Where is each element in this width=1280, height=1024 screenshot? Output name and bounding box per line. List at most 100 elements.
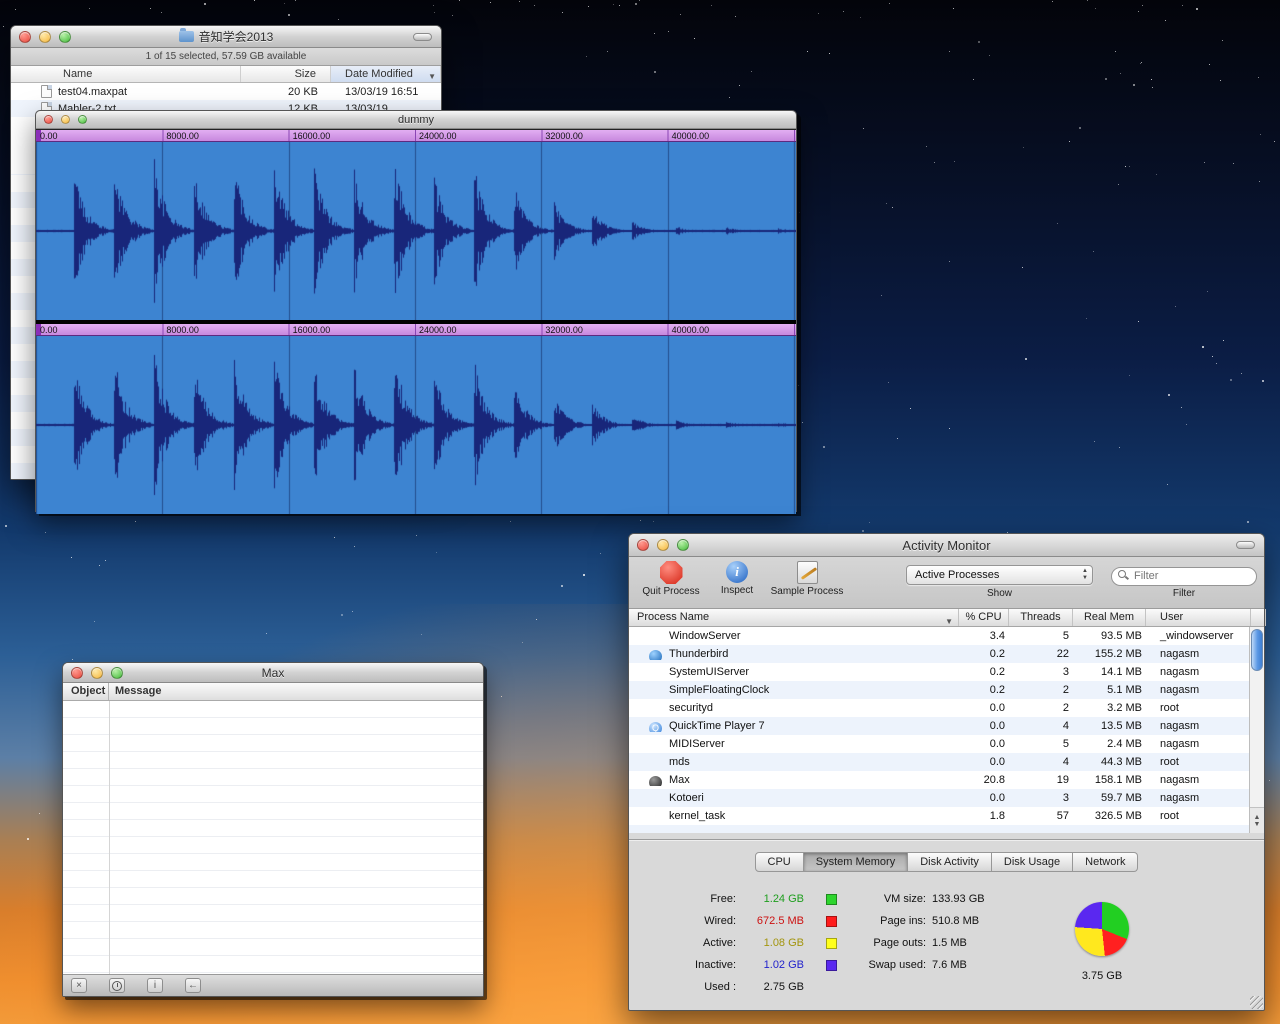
close-button[interactable] [44, 115, 53, 124]
column-header-threads[interactable]: Threads [1009, 609, 1073, 626]
zoom-button[interactable] [677, 539, 689, 551]
zoom-button[interactable] [78, 115, 87, 124]
scheduler-button[interactable] [109, 978, 125, 993]
vm-stat-value: 133.93 GB [932, 893, 985, 905]
process-mem: 158.1 MB [1073, 774, 1146, 786]
process-row[interactable]: securityd 0.0 2 3.2 MB root [629, 699, 1249, 717]
process-user: root [1146, 702, 1251, 714]
stop-octagon-icon [660, 561, 683, 584]
sample-process-button[interactable]: Sample Process [767, 561, 847, 597]
process-cpu: 0.0 [959, 720, 1009, 732]
process-user: nagasm [1146, 792, 1251, 804]
process-user: _windowserver [1146, 630, 1251, 642]
search-icon [1118, 570, 1126, 578]
max-console-window: Max Object Message × i ← [62, 662, 484, 997]
process-row[interactable]: Kotoeri 0.0 3 59.7 MB nagasm [629, 789, 1249, 807]
memory-stat-row: Free: 1.24 GB [678, 888, 837, 910]
process-name: MIDIServer [669, 738, 725, 750]
ruler-time-label: 16000.00 [293, 324, 331, 336]
jump-button[interactable]: ← [185, 978, 201, 993]
vm-stat-label: Page outs: [856, 937, 926, 949]
waveform-panel-top: 0.008000.0016000.0024000.0032000.0040000… [36, 130, 796, 320]
resize-grip[interactable] [1250, 996, 1263, 1009]
vm-stat-row: Page ins: 510.8 MB [856, 910, 985, 932]
clear-console-button[interactable]: × [71, 978, 87, 993]
process-threads: 5 [1009, 738, 1073, 750]
column-header-date-modified[interactable]: Date Modified ▼ [331, 66, 441, 82]
max-titlebar[interactable]: Max [63, 663, 483, 683]
close-button[interactable] [637, 539, 649, 551]
column-header-real-mem[interactable]: Real Mem [1073, 609, 1146, 626]
info-button[interactable]: i [147, 978, 163, 993]
process-cpu: 0.0 [959, 792, 1009, 804]
process-name-cell: mds [629, 756, 959, 768]
filter-input[interactable] [1111, 567, 1257, 586]
vm-stat-value: 1.5 MB [932, 937, 967, 949]
process-row[interactable]: MIDIServer 0.0 5 2.4 MB nagasm [629, 735, 1249, 753]
toolbar-toggle-pill[interactable] [413, 33, 432, 41]
column-header-spacer [1251, 609, 1266, 626]
process-threads: 2 [1009, 702, 1073, 714]
process-mem: 44.3 MB [1073, 756, 1146, 768]
inspect-label: Inspect [713, 585, 761, 596]
show-popup-group: Active Processes ▲▼ Show [906, 565, 1093, 599]
memory-stats: Free: 1.24 GB Wired: 672.5 MB Active: 1.… [678, 888, 837, 976]
close-button[interactable] [71, 667, 83, 679]
tab[interactable]: CPU [755, 852, 804, 872]
max-console-list[interactable] [63, 701, 483, 974]
process-threads: 2 [1009, 684, 1073, 696]
process-row[interactable]: SimpleFloatingClock 0.2 2 5.1 MB nagasm [629, 681, 1249, 699]
max-console-headers: Object Message [63, 683, 483, 701]
waveform-display-bottom[interactable] [36, 336, 796, 514]
process-row[interactable]: SystemUIServer 0.2 3 14.1 MB nagasm [629, 663, 1249, 681]
inspect-button[interactable]: i Inspect [713, 561, 761, 596]
minimize-button[interactable] [657, 539, 669, 551]
quit-process-button[interactable]: Quit Process [639, 561, 703, 597]
close-button[interactable] [19, 31, 31, 43]
finder-file-row[interactable]: test04.maxpat 20 KB 13/03/19 16:51 [11, 83, 441, 100]
time-ruler-top[interactable]: 0.008000.0016000.0024000.0032000.0040000… [36, 130, 796, 142]
tab[interactable]: Network [1073, 852, 1138, 872]
process-row[interactable]: Thunderbird 0.2 22 155.2 MB nagasm [629, 645, 1249, 663]
process-row[interactable]: QuickTime Player 7 0.0 4 13.5 MB nagasm [629, 717, 1249, 735]
scrollbar-thumb[interactable] [1251, 629, 1263, 671]
toolbar-toggle-pill[interactable] [1236, 541, 1255, 549]
column-header-message[interactable]: Message [109, 683, 483, 700]
show-label: Show [906, 588, 1093, 599]
minimize-button[interactable] [61, 115, 70, 124]
vertical-scrollbar[interactable]: ▲▼ [1249, 627, 1264, 833]
activity-monitor-titlebar[interactable]: Activity Monitor [629, 534, 1264, 557]
column-header-user[interactable]: User [1146, 609, 1251, 626]
memory-stat-value: 1.02 GB [740, 959, 804, 971]
scrollbar-arrows[interactable]: ▲▼ [1250, 807, 1264, 833]
minimize-button[interactable] [91, 667, 103, 679]
column-header-cpu[interactable]: % CPU [959, 609, 1009, 626]
desktop[interactable]: 音知学会2013 1 of 15 selected, 57.59 GB avai… [0, 0, 1280, 1024]
time-ruler-bottom[interactable]: 0.008000.0016000.0024000.0032000.0040000… [36, 324, 796, 336]
column-header-name[interactable]: Name [11, 66, 241, 82]
process-cpu: 1.8 [959, 810, 1009, 822]
process-row[interactable]: mds 0.0 4 44.3 MB root [629, 753, 1249, 771]
tab[interactable]: System Memory [804, 852, 908, 872]
process-cpu: 0.2 [959, 648, 1009, 660]
zoom-button[interactable] [59, 31, 71, 43]
dummy-titlebar[interactable]: dummy [36, 111, 796, 129]
column-header-process-name[interactable]: Process Name ▼ [629, 609, 959, 626]
finder-titlebar[interactable]: 音知学会2013 [11, 26, 441, 48]
ruler-time-label: 24000.00 [419, 324, 457, 336]
process-row[interactable]: kernel_task 1.8 57 326.5 MB root [629, 807, 1249, 825]
process-row[interactable]: Max 20.8 19 158.1 MB nagasm [629, 771, 1249, 789]
column-header-size[interactable]: Size [241, 66, 331, 82]
ruler-time-label: 40000.00 [672, 324, 710, 336]
show-popup-button[interactable]: Active Processes ▲▼ [906, 565, 1093, 585]
tab[interactable]: Disk Activity [908, 852, 992, 872]
process-name: SimpleFloatingClock [669, 684, 769, 696]
process-user: root [1146, 810, 1251, 822]
process-row[interactable]: WindowServer 3.4 5 93.5 MB _windowserver [629, 627, 1249, 645]
waveform-display-top[interactable] [36, 142, 796, 320]
tab[interactable]: Disk Usage [992, 852, 1073, 872]
zoom-button[interactable] [111, 667, 123, 679]
column-header-object[interactable]: Object [63, 683, 109, 700]
minimize-button[interactable] [39, 31, 51, 43]
vm-stat-label: Page ins: [856, 915, 926, 927]
